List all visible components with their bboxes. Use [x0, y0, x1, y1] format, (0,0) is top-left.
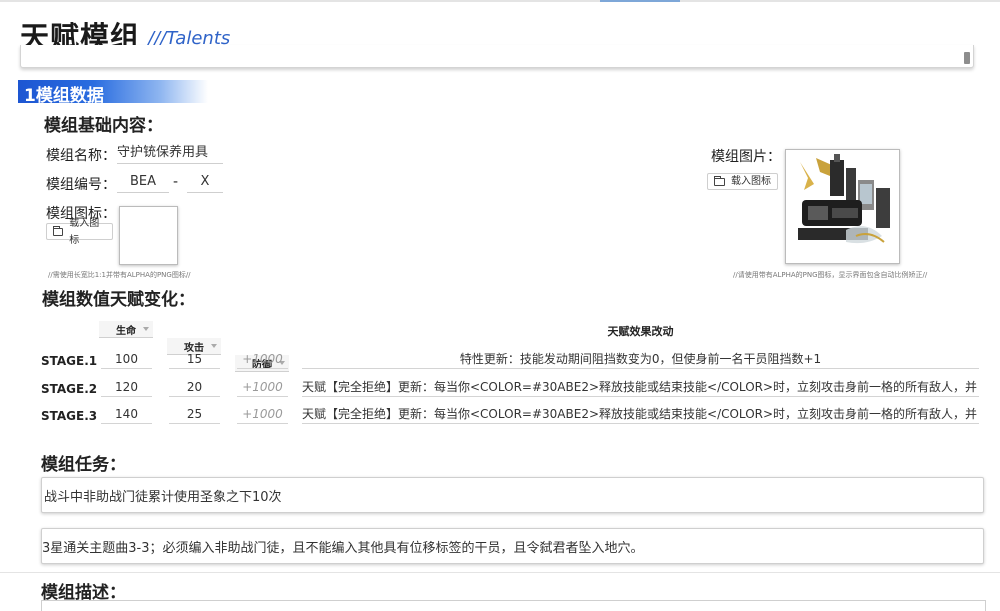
chevron-down-icon	[211, 344, 217, 348]
basic-heading: 模组基础内容：	[44, 116, 163, 136]
module-image-picture	[786, 150, 899, 263]
divider	[0, 572, 1000, 573]
stats-heading: 模组数值天赋变化：	[42, 290, 195, 310]
column-header-hp-label: 生命	[116, 325, 136, 337]
icon-note: //需使用长宽比1:1并带有ALPHA的PNG图标//	[48, 271, 191, 279]
module-code-prefix-field[interactable]: BEA	[117, 172, 169, 193]
effect-column-header: 天赋效果改动	[607, 325, 674, 338]
scrollbar-thumb[interactable]	[964, 52, 970, 64]
load-icon-button-label: 载入图标	[69, 217, 100, 246]
folder-icon	[714, 175, 725, 186]
module-image-label: 模组图片：	[711, 149, 781, 165]
mission-field[interactable]: 战斗中非助战门徒累计使用圣象之下10次	[41, 477, 984, 513]
stage-label: STAGE.2	[41, 382, 98, 396]
effect-field[interactable]: 特性更新：技能发动期间阻挡数变为0，但使身前一名干员阻挡数+1	[302, 351, 979, 369]
atk-field[interactable]: 20	[169, 379, 220, 397]
hp-field[interactable]: 120	[101, 379, 152, 397]
def-field[interactable]: +1000	[237, 406, 288, 424]
code-dash: -	[173, 174, 179, 190]
missions-heading: 模组任务：	[41, 455, 126, 475]
image-note: //请使用带有ALPHA的PNG图标，显示界面包含自动比例矫正//	[733, 271, 928, 279]
stage-label: STAGE.1	[41, 354, 98, 368]
module-code-label: 模组编号：	[46, 177, 116, 193]
top-accent	[600, 0, 680, 2]
module-icon-preview	[119, 206, 178, 265]
hp-field[interactable]: 140	[101, 406, 152, 424]
section-title: 1模组数据	[24, 86, 104, 106]
effect-field[interactable]: 天赋【完全拒绝】更新：每当你<COLOR=#30ABE2>释放技能或结束技能</…	[302, 406, 979, 424]
effect-field[interactable]: 天赋【完全拒绝】更新：每当你<COLOR=#30ABE2>释放技能或结束技能</…	[302, 379, 979, 397]
load-image-button[interactable]: 载入图标	[707, 173, 778, 190]
top-border	[0, 0, 1000, 2]
column-header-hp[interactable]: 生命	[99, 321, 153, 338]
module-name-field[interactable]: 守护铳保养用具	[117, 143, 223, 164]
scroll-container[interactable]	[20, 45, 974, 68]
mission-field[interactable]: 3星通关主题曲3-3；必须编入非助战门徒，且不能编入其他具有位移标签的干员，且令…	[41, 528, 984, 564]
atk-field[interactable]: 25	[169, 406, 220, 424]
module-image-preview	[785, 149, 900, 264]
chevron-down-icon	[143, 327, 149, 331]
atk-field[interactable]: 15	[169, 351, 220, 369]
hp-field[interactable]: 100	[101, 351, 152, 369]
def-field[interactable]: +1000	[237, 379, 288, 397]
def-field[interactable]: +1000	[237, 351, 288, 369]
module-name-label: 模组名称：	[46, 148, 116, 164]
folder-icon	[53, 225, 64, 236]
stage-label: STAGE.3	[41, 409, 98, 423]
load-image-button-label: 载入图标	[731, 176, 771, 187]
load-icon-button[interactable]: 载入图标	[46, 218, 113, 246]
module-code-suffix-field[interactable]: X	[187, 172, 223, 193]
